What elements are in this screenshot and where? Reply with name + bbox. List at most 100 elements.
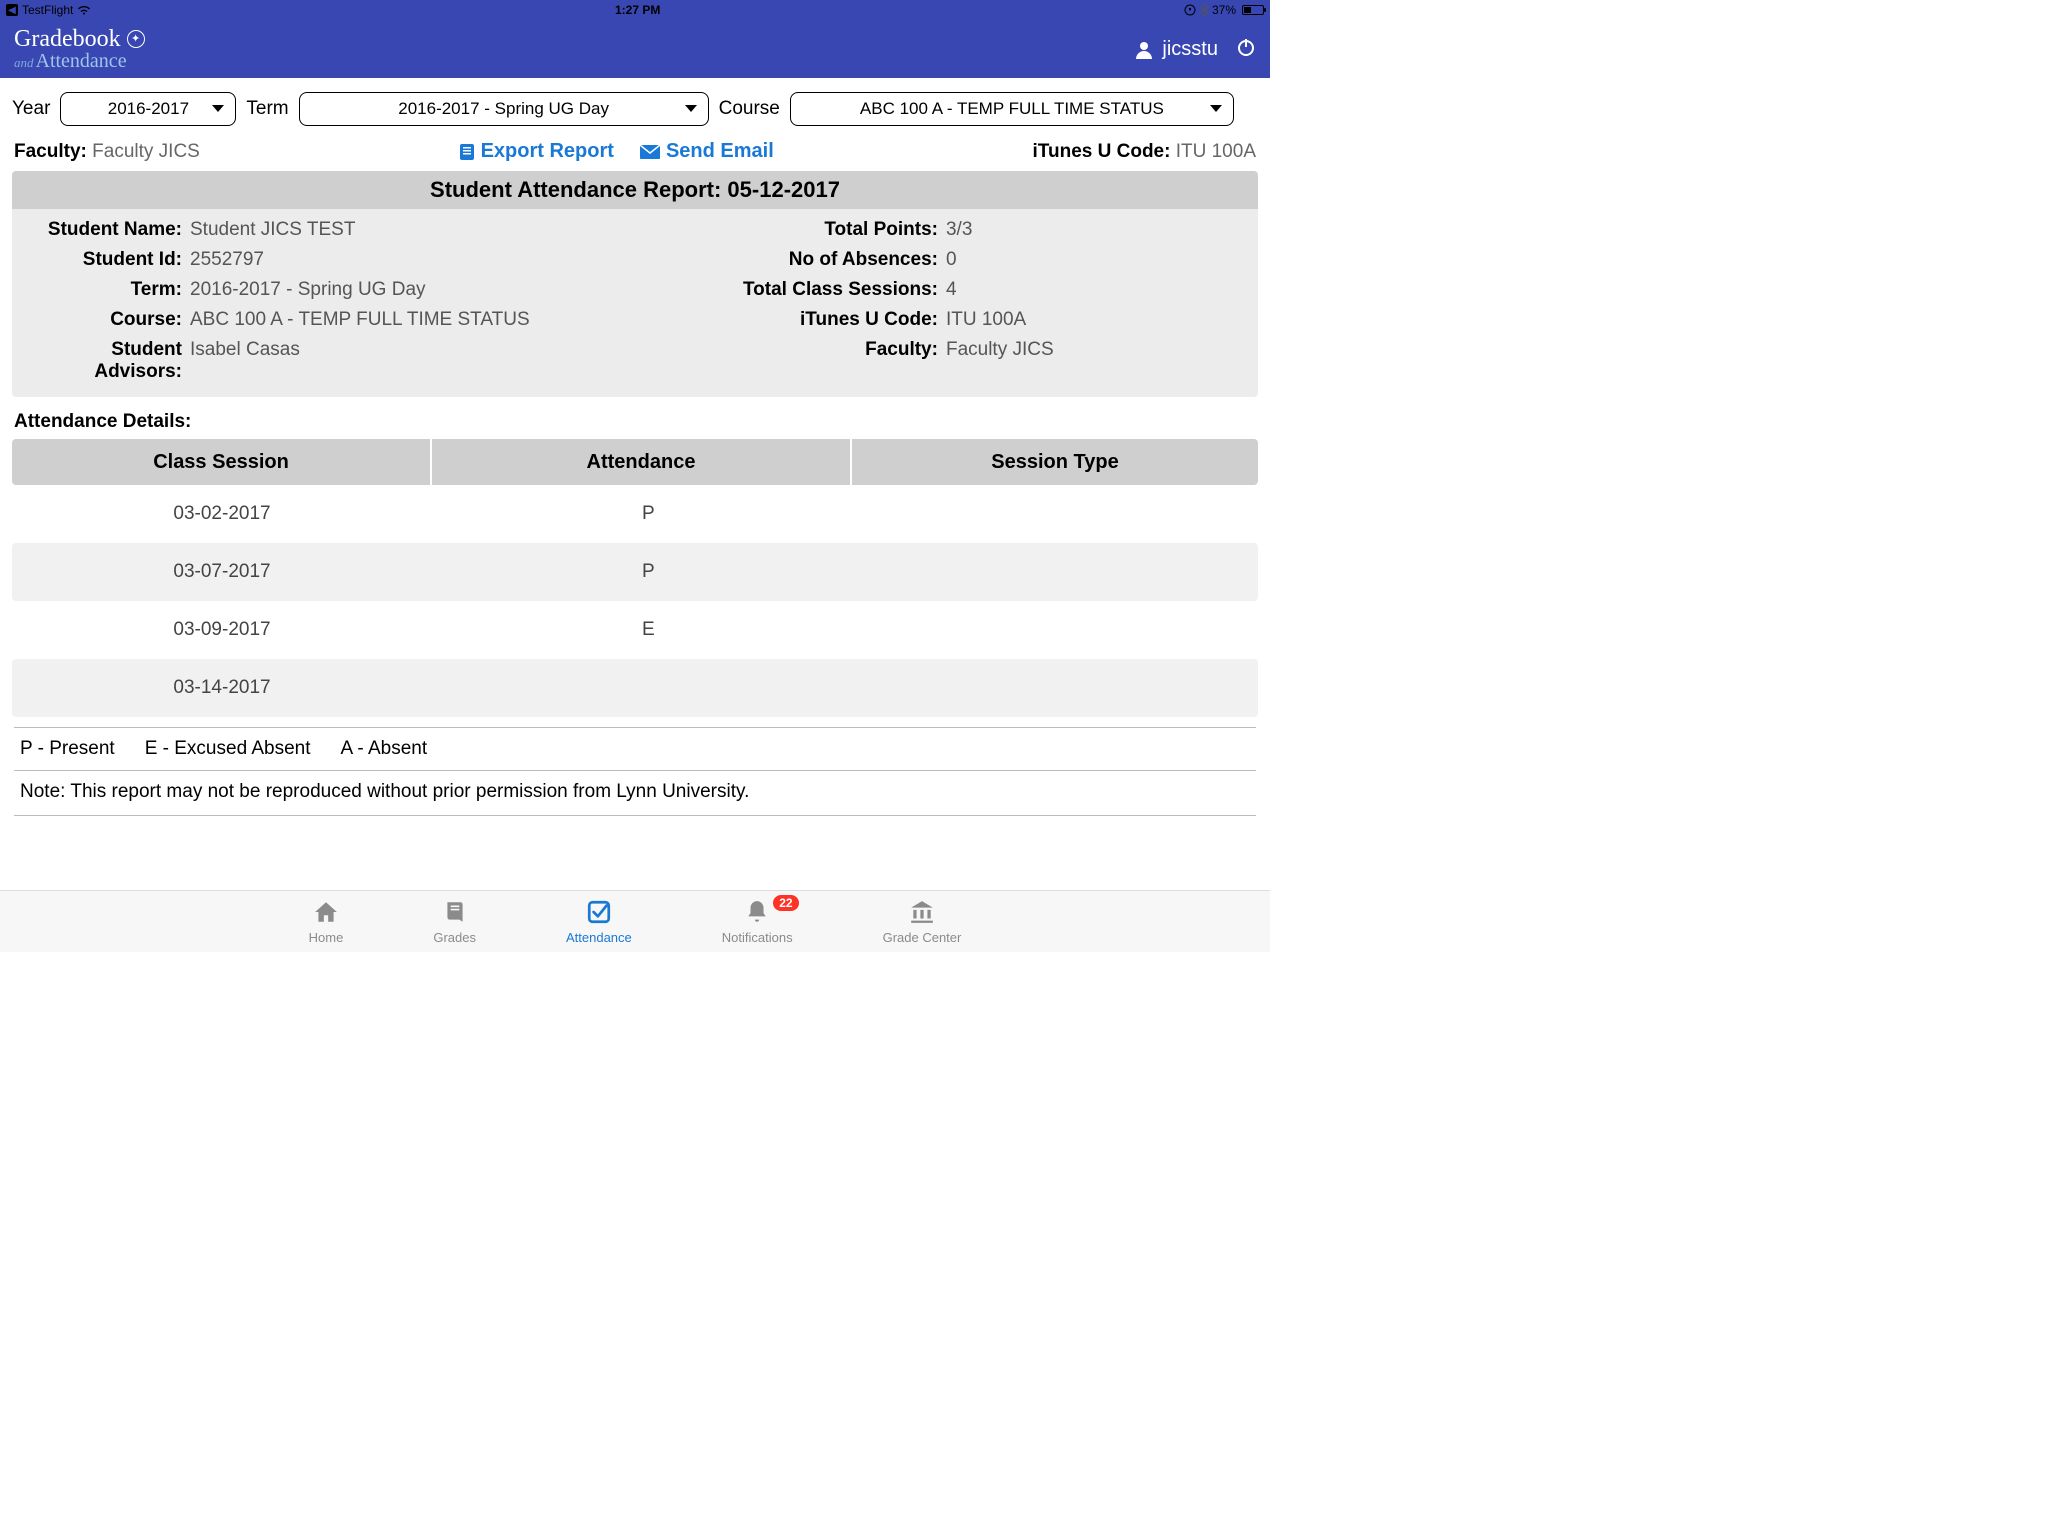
course-label: Course xyxy=(719,98,780,120)
faculty-meta-label: Faculty: xyxy=(726,339,946,383)
wifi-icon xyxy=(77,5,91,15)
carrier-label: TestFlight xyxy=(22,3,73,17)
brand-and-text: and xyxy=(14,55,34,70)
itunes-value: ITU 100A xyxy=(1176,141,1256,162)
total-points-label: Total Points: xyxy=(726,219,946,241)
status-left: ◀ TestFlight xyxy=(6,3,91,17)
send-email-button[interactable]: Send Email xyxy=(640,140,774,163)
student-id-label: Student Id: xyxy=(20,249,190,271)
legend-excused: E - Excused Absent xyxy=(145,738,311,760)
report-panel: Student Attendance Report: 05-12-2017 St… xyxy=(12,171,1258,397)
course-meta-value: ABC 100 A - TEMP FULL TIME STATUS xyxy=(190,309,726,331)
tab-grade-center[interactable]: Grade Center xyxy=(883,899,962,945)
send-email-label: Send Email xyxy=(666,140,774,163)
home-icon xyxy=(313,899,339,928)
course-value: ABC 100 A - TEMP FULL TIME STATUS xyxy=(860,99,1164,119)
cell-attendance: P xyxy=(432,485,852,543)
back-to-app-icon[interactable]: ◀ xyxy=(6,4,18,16)
legend-present: P - Present xyxy=(20,738,115,760)
export-report-button[interactable]: Export Report xyxy=(459,140,614,163)
col-attendance: Attendance xyxy=(432,439,852,485)
tab-home[interactable]: Home xyxy=(309,899,344,945)
sessions-value: 4 xyxy=(946,279,1250,301)
sessions-label: Total Class Sessions: xyxy=(726,279,946,301)
course-select[interactable]: ABC 100 A - TEMP FULL TIME STATUS xyxy=(790,92,1234,126)
bluetooth-icon xyxy=(1200,4,1208,16)
cell-date: 03-09-2017 xyxy=(12,601,432,659)
user-icon xyxy=(1134,39,1154,59)
filter-bar: Year 2016-2017 Term 2016-2017 - Spring U… xyxy=(0,78,1270,136)
tab-notifications-label: Notifications xyxy=(722,930,793,945)
tab-notifications[interactable]: 22 Notifications xyxy=(722,899,793,945)
itunes-meta-label: iTunes U Code: xyxy=(726,309,946,331)
checkbox-icon xyxy=(586,899,612,928)
cell-type xyxy=(852,485,1258,543)
faculty-value: Faculty JICS xyxy=(92,141,200,162)
cell-attendance xyxy=(432,659,852,717)
user-menu[interactable]: jicsstu xyxy=(1134,38,1218,61)
faculty-block: Faculty: Faculty JICS xyxy=(14,141,200,163)
orientation-lock-icon xyxy=(1184,4,1196,16)
brand-top-text: Gradebook xyxy=(14,27,121,51)
document-icon xyxy=(459,143,475,161)
tab-home-label: Home xyxy=(309,930,344,945)
tab-grades-label: Grades xyxy=(433,930,476,945)
cell-attendance: P xyxy=(432,543,852,601)
chevron-down-icon xyxy=(1209,104,1223,114)
username-label: jicsstu xyxy=(1162,38,1218,61)
attendance-table: Class Session Attendance Session Type 03… xyxy=(12,439,1258,717)
cell-attendance: E xyxy=(432,601,852,659)
tab-grades[interactable]: Grades xyxy=(433,899,476,945)
report-meta: Student Name: Student JICS TEST Total Po… xyxy=(12,209,1258,397)
chevron-down-icon xyxy=(684,104,698,114)
faculty-label: Faculty: xyxy=(14,141,87,162)
cell-date: 03-02-2017 xyxy=(12,485,432,543)
brand-bottom-text: Attendance xyxy=(36,50,127,72)
attendance-details-heading: Attendance Details: xyxy=(14,411,1256,433)
status-right: 37% xyxy=(1184,3,1264,17)
absences-value: 0 xyxy=(946,249,1250,271)
tab-grade-center-label: Grade Center xyxy=(883,930,962,945)
absences-label: No of Absences: xyxy=(726,249,946,271)
brand-mark-icon: ✦ xyxy=(127,30,145,48)
col-class-session: Class Session xyxy=(12,439,432,485)
table-row[interactable]: 03-14-2017 xyxy=(12,659,1258,717)
status-time: 1:27 PM xyxy=(91,3,1184,17)
tab-attendance[interactable]: Attendance xyxy=(566,899,632,945)
mail-icon xyxy=(640,145,660,159)
table-row[interactable]: 03-02-2017 P xyxy=(12,485,1258,543)
table-row[interactable]: 03-09-2017 E xyxy=(12,601,1258,659)
term-meta-value: 2016-2017 - Spring UG Day xyxy=(190,279,726,301)
itunes-meta-value: ITU 100A xyxy=(946,309,1250,331)
info-row: Faculty: Faculty JICS Export Report Send… xyxy=(0,136,1270,171)
book-icon xyxy=(442,899,468,928)
year-select[interactable]: 2016-2017 xyxy=(60,92,236,126)
cell-date: 03-14-2017 xyxy=(12,659,432,717)
battery-icon xyxy=(1242,5,1264,15)
app-logo: Gradebook ✦ andAttendance xyxy=(14,27,145,71)
status-bar: ◀ TestFlight 1:27 PM 37% xyxy=(0,0,1270,20)
student-id-value: 2552797 xyxy=(190,249,726,271)
itunes-label: iTunes U Code: xyxy=(1033,141,1171,162)
report-title: Student Attendance Report: 05-12-2017 xyxy=(12,171,1258,209)
itunes-block: iTunes U Code: ITU 100A xyxy=(1033,141,1256,163)
table-row[interactable]: 03-07-2017 P xyxy=(12,543,1258,601)
bell-icon xyxy=(744,899,770,928)
term-label: Term xyxy=(246,98,288,120)
table-header: Class Session Attendance Session Type xyxy=(12,439,1258,485)
bank-icon xyxy=(909,899,935,928)
total-points-value: 3/3 xyxy=(946,219,1250,241)
power-button[interactable] xyxy=(1236,37,1256,62)
export-report-label: Export Report xyxy=(481,140,614,163)
col-session-type: Session Type xyxy=(852,439,1258,485)
report-note: Note: This report may not be reproduced … xyxy=(14,771,1256,815)
battery-percent: 37% xyxy=(1212,3,1236,17)
app-header: Gradebook ✦ andAttendance jicsstu xyxy=(0,20,1270,78)
legend: P - Present E - Excused Absent A - Absen… xyxy=(14,728,1256,771)
course-meta-label: Course: xyxy=(20,309,190,331)
legend-block: P - Present E - Excused Absent A - Absen… xyxy=(14,727,1256,816)
term-select[interactable]: 2016-2017 - Spring UG Day xyxy=(299,92,709,126)
student-name-label: Student Name: xyxy=(20,219,190,241)
legend-absent: A - Absent xyxy=(341,738,428,760)
term-value: 2016-2017 - Spring UG Day xyxy=(398,99,609,119)
